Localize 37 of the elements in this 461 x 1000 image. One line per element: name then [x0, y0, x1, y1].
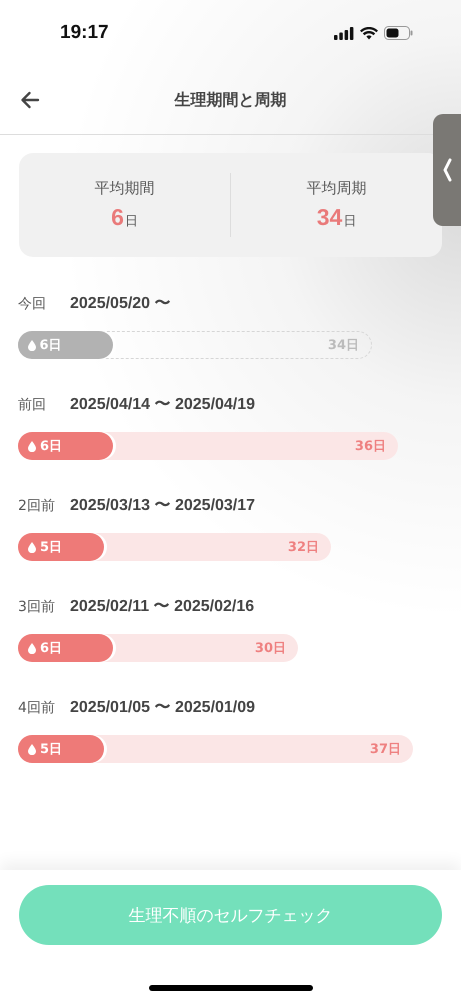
drop-icon	[28, 744, 36, 754]
drop-icon	[28, 440, 36, 452]
summary-value: 6 日	[111, 204, 138, 231]
summary-value: 34 日	[316, 204, 356, 231]
cycle-dates: 2025/03/13 〜 2025/03/17	[70, 496, 256, 516]
cycle-days: 37日	[370, 740, 401, 758]
cycle-label: 今回	[18, 294, 47, 312]
cycle-dates: 2025/04/14 〜 2025/04/19	[70, 395, 256, 415]
summary-label: 平均周期	[306, 179, 366, 198]
period-days: 5日	[40, 538, 62, 556]
drop-icon	[28, 542, 36, 552]
signal-icon	[334, 26, 354, 40]
cycle-days: 36日	[354, 437, 386, 455]
cycle-dates: 2025/05/20 〜	[70, 294, 171, 314]
period-days: 6日	[40, 639, 62, 657]
drop-icon	[28, 642, 36, 654]
battery-icon	[384, 26, 413, 40]
period-days: 6日	[40, 336, 62, 354]
cycle-label: 2回前	[18, 496, 56, 514]
cycle-label: 前回	[18, 396, 47, 414]
summary-label: 平均期間	[94, 179, 154, 198]
cycle-dates: 2025/01/05 〜 2025/01/09	[70, 698, 256, 718]
cycle-dates: 2025/02/11 〜 2025/02/16	[70, 597, 254, 617]
chevron-left-icon	[442, 158, 452, 182]
cycle-label: 4回前	[18, 698, 56, 716]
status-time: 19:17	[60, 22, 109, 44]
period-days: 5日	[40, 740, 62, 758]
page-title: 生理期間と周期	[174, 90, 286, 110]
cycle-days: 32日	[288, 538, 319, 556]
wifi-icon	[360, 26, 378, 40]
period-days: 6日	[40, 437, 62, 455]
self-check-button[interactable]: 生理不順のセルフチェック	[19, 885, 442, 945]
cycle-days: 30日	[254, 639, 286, 657]
cycle-days: 34日	[328, 336, 359, 354]
cycle-label: 3回前	[18, 598, 56, 616]
side-tab[interactable]	[433, 114, 461, 226]
drop-icon	[28, 340, 36, 350]
